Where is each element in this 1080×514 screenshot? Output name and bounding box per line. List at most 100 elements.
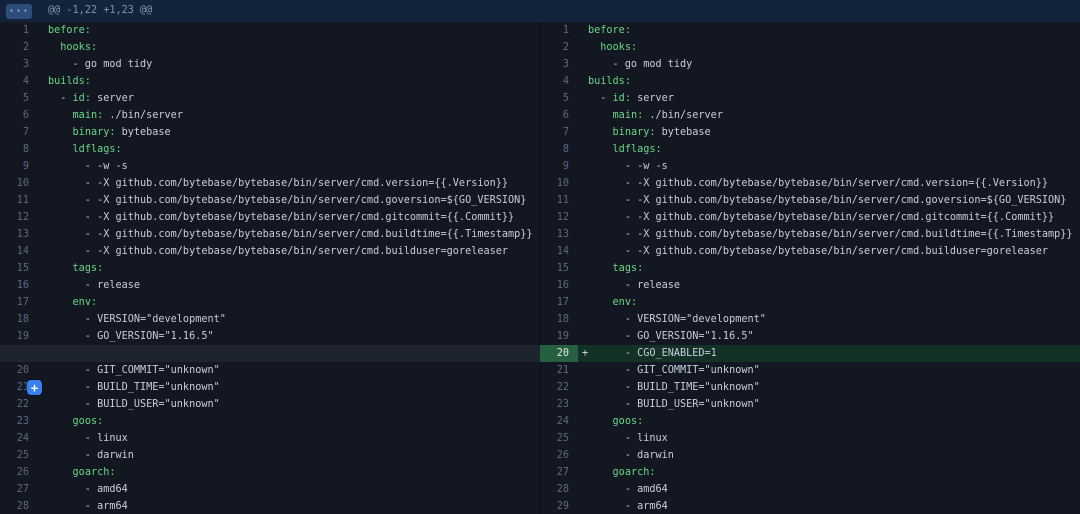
line-code: hooks:: [588, 39, 1080, 56]
line-code: goos:: [48, 413, 540, 430]
line-number[interactable]: 11: [540, 192, 578, 209]
line-code: - darwin: [48, 447, 540, 464]
line-number[interactable]: 14: [0, 243, 38, 260]
yaml-key: binary:: [73, 127, 116, 138]
line-number[interactable]: 1: [540, 22, 578, 39]
line-number[interactable]: 28: [0, 498, 38, 514]
diff-line: 27 goarch:: [540, 464, 1080, 481]
line-number[interactable]: 20: [540, 345, 578, 362]
line-number[interactable]: 6: [0, 107, 38, 124]
line-number[interactable]: 4: [0, 73, 38, 90]
line-number[interactable]: 22: [540, 379, 578, 396]
diff-pane-old: 1before:2 hooks:3 - go mod tidy4builds:5…: [0, 22, 540, 514]
line-code: - GO_VERSION="1.16.5": [48, 328, 540, 345]
yaml-key: before:: [48, 25, 91, 36]
line-number[interactable]: 19: [540, 328, 578, 345]
yaml-key: before:: [588, 25, 631, 36]
line-number[interactable]: 2: [540, 39, 578, 56]
line-number[interactable]: 5: [0, 90, 38, 107]
line-number[interactable]: 24: [0, 430, 38, 447]
add-comment-button[interactable]: +: [27, 380, 42, 395]
line-number[interactable]: 5: [540, 90, 578, 107]
line-code: - -X github.com/bytebase/bytebase/bin/se…: [48, 192, 540, 209]
line-number[interactable]: 26: [540, 447, 578, 464]
line-number[interactable]: 15: [540, 260, 578, 277]
line-number[interactable]: 24: [540, 413, 578, 430]
yaml-key: goarch:: [613, 467, 656, 478]
diff-line: 16 - release: [540, 277, 1080, 294]
line-code: - release: [588, 277, 1080, 294]
line-code: - id: server: [48, 90, 540, 107]
line-number[interactable]: 15: [0, 260, 38, 277]
yaml-key: env:: [613, 297, 638, 308]
line-number[interactable]: 21: [540, 362, 578, 379]
diff-line: 23 goos:: [0, 413, 540, 430]
line-number[interactable]: 8: [540, 141, 578, 158]
diff-line: 12 - -X github.com/bytebase/bytebase/bin…: [0, 209, 540, 226]
line-number[interactable]: 8: [0, 141, 38, 158]
line-number[interactable]: 16: [0, 277, 38, 294]
line-number[interactable]: 9: [540, 158, 578, 175]
line-number[interactable]: 25: [540, 430, 578, 447]
line-number[interactable]: 23: [540, 396, 578, 413]
yaml-key: id:: [613, 93, 631, 104]
line-number[interactable]: 3: [540, 56, 578, 73]
line-number[interactable]: 7: [540, 124, 578, 141]
line-number[interactable]: 29: [540, 498, 578, 514]
line-code: builds:: [48, 73, 540, 90]
line-code: - -w -s: [588, 158, 1080, 175]
hunk-header: ··· @@ -1,22 +1,23 @@: [0, 0, 1080, 22]
line-number[interactable]: 13: [0, 226, 38, 243]
line-number[interactable]: 20: [0, 362, 38, 379]
line-number[interactable]: 13: [540, 226, 578, 243]
line-code: - release: [48, 277, 540, 294]
diff-line: 22 - BUILD_USER="unknown": [0, 396, 540, 413]
line-number[interactable]: 6: [540, 107, 578, 124]
diff-line: 4 builds:: [540, 73, 1080, 90]
line-code: - GIT_COMMIT="unknown": [588, 362, 1080, 379]
line-number[interactable]: 18: [0, 311, 38, 328]
line-number[interactable]: 22: [0, 396, 38, 413]
line-number[interactable]: 23: [0, 413, 38, 430]
line-number[interactable]: 12: [540, 209, 578, 226]
line-number[interactable]: 7: [0, 124, 38, 141]
line-number[interactable]: 17: [540, 294, 578, 311]
line-number[interactable]: 27: [0, 481, 38, 498]
line-code: - -X github.com/bytebase/bytebase/bin/se…: [588, 192, 1080, 209]
line-number[interactable]: 3: [0, 56, 38, 73]
expand-hunk-button[interactable]: ···: [6, 4, 32, 19]
line-code: - CGO_ENABLED=1: [588, 345, 1080, 362]
line-number[interactable]: 27: [540, 464, 578, 481]
line-number[interactable]: 2: [0, 39, 38, 56]
line-number[interactable]: 19: [0, 328, 38, 345]
line-code: - GO_VERSION="1.16.5": [588, 328, 1080, 345]
line-code: builds:: [588, 73, 1080, 90]
yaml-key: main:: [613, 110, 644, 121]
line-number[interactable]: 16: [540, 277, 578, 294]
line-code: before:: [48, 22, 540, 39]
line-number[interactable]: 14: [540, 243, 578, 260]
line-number[interactable]: 18: [540, 311, 578, 328]
line-code: - -X github.com/bytebase/bytebase/bin/se…: [588, 209, 1080, 226]
line-number[interactable]: 4: [540, 73, 578, 90]
line-number[interactable]: 28: [540, 481, 578, 498]
diff-line: 8 ldflags:: [0, 141, 540, 158]
diff-viewer: ··· @@ -1,22 +1,23 @@ 1before:2 hooks:3 …: [0, 0, 1080, 514]
line-number[interactable]: 11: [0, 192, 38, 209]
line-number[interactable]: 10: [0, 175, 38, 192]
line-number[interactable]: 10: [540, 175, 578, 192]
diff-line: 18 - VERSION="development": [540, 311, 1080, 328]
diff-line: 8 ldflags:: [540, 141, 1080, 158]
diff-line: 2 hooks:: [540, 39, 1080, 56]
line-number[interactable]: 9: [0, 158, 38, 175]
diff-line: 11 - -X github.com/bytebase/bytebase/bin…: [540, 192, 1080, 209]
line-code: goarch:: [588, 464, 1080, 481]
diff-line: 9 - -w -s: [540, 158, 1080, 175]
line-number[interactable]: 12: [0, 209, 38, 226]
diff-line: 21 - BUILD_TIME="unknown"+: [0, 379, 540, 396]
line-number[interactable]: 1: [0, 22, 38, 39]
diff-line: 29 - arm64: [540, 498, 1080, 514]
line-number[interactable]: 26: [0, 464, 38, 481]
line-number[interactable]: 17: [0, 294, 38, 311]
line-number[interactable]: 25: [0, 447, 38, 464]
